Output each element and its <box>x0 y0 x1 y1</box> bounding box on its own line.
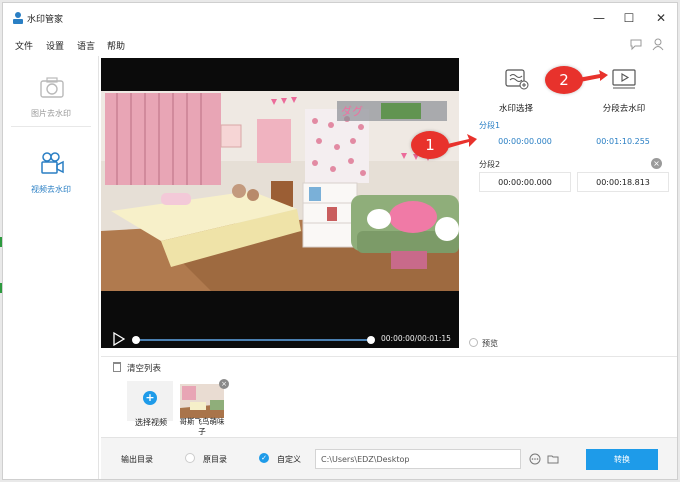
video-item-name: 哥斯飞鸟萌味子 <box>179 417 225 436</box>
menu-help[interactable]: 帮助 <box>107 39 125 52</box>
watermark-select-icon <box>505 69 529 90</box>
radio-custom-dir[interactable]: ✓ <box>259 453 269 463</box>
output-path-input[interactable] <box>315 449 521 469</box>
add-video-button[interactable]: + <box>127 381 173 421</box>
menu-file[interactable]: 文件 <box>15 39 33 52</box>
clear-list-label: 清空列表 <box>127 364 162 374</box>
sidebar-item-label: 图片去水印 <box>31 109 71 118</box>
folder-icon[interactable] <box>547 453 559 465</box>
menu-bar: 文件 设置 语言 帮助 <box>3 33 677 55</box>
time-readout: 00:00:00/00:01:15 <box>381 334 451 343</box>
segment-1-label: 分段1 <box>479 121 501 130</box>
segment-1-end-field[interactable]: 00:01:10.255 <box>577 132 669 152</box>
play-icon[interactable] <box>113 332 125 346</box>
menu-language[interactable]: 语言 <box>77 39 95 52</box>
window-title: 水印管家 <box>27 15 64 25</box>
output-dir-label: 输出目录 <box>121 455 153 464</box>
segment-2-start-field[interactable]: 00:00:00.000 <box>479 172 571 192</box>
annotation-arrow-1 <box>443 134 477 149</box>
close-button[interactable]: ✕ <box>648 7 674 29</box>
sidebar-divider <box>11 126 91 127</box>
plus-icon: + <box>143 391 157 405</box>
progress-track[interactable] <box>134 339 370 341</box>
video-camera-icon <box>41 152 64 174</box>
original-dir-label: 原目录 <box>203 455 227 464</box>
segment-2-delete-button[interactable]: × <box>651 158 662 169</box>
app-window: 水印管家 — ☐ ✕ 文件 设置 语言 帮助 图片去水印 视频去水印 ダグ 00… <box>2 2 678 480</box>
sidebar-item-label: 视频去水印 <box>31 185 71 194</box>
title-bar: 水印管家 — ☐ ✕ <box>3 3 677 33</box>
tool-label: 水印选择 <box>498 104 533 114</box>
player-controls: 00:00:00/00:01:15 <box>101 328 459 350</box>
video-frame: ダグ <box>101 91 459 291</box>
chat-icon[interactable] <box>629 37 643 51</box>
preview-label: 预览 <box>482 339 498 348</box>
video-player[interactable]: ダグ 00:00:00/00:01:15 <box>101 58 459 348</box>
add-video-label: 选择视频 <box>135 418 167 427</box>
segment-2-label: 分段2 <box>479 160 501 169</box>
radio-original-dir[interactable] <box>185 453 195 463</box>
sidebar: 图片去水印 视频去水印 <box>3 56 99 479</box>
segment-play-icon <box>612 69 636 89</box>
convert-button[interactable]: 转换 <box>586 449 658 470</box>
progress-start-handle[interactable] <box>132 336 140 344</box>
sidebar-item-image-watermark[interactable]: 图片去水印 <box>3 68 99 138</box>
tool-label: 分段去水印 <box>602 104 646 114</box>
preview-checkbox[interactable]: 预览 <box>469 338 498 349</box>
right-panel: 水印选择 分段去水印 分段1 00:00:00.000 00:01:10.255… <box>463 58 677 356</box>
preview-radio[interactable] <box>469 338 478 347</box>
user-icon[interactable] <box>651 37 665 51</box>
segment-1-start-field[interactable]: 00:00:00.000 <box>479 132 571 152</box>
custom-dir-label: 自定义 <box>277 455 301 464</box>
minimize-button[interactable]: — <box>586 7 612 29</box>
maximize-button[interactable]: ☐ <box>616 7 642 29</box>
app-logo-icon <box>13 12 23 24</box>
annotation-arrow-2 <box>578 70 608 82</box>
output-bar: 输出目录 原目录 ✓ 自定义 转换 <box>101 437 677 479</box>
video-list: 清空列表 + 选择视频 × 哥斯飞鸟萌味子 <box>101 356 677 436</box>
remove-video-button[interactable]: × <box>219 379 229 389</box>
progress-end-handle[interactable] <box>367 336 375 344</box>
menu-settings[interactable]: 设置 <box>46 39 64 52</box>
segment-2-end-field[interactable]: 00:00:18.813 <box>577 172 669 192</box>
sidebar-item-video-watermark[interactable]: 视频去水印 <box>3 144 99 214</box>
clear-list-button[interactable]: 清空列表 <box>113 362 161 374</box>
video-thumbnail[interactable] <box>180 384 224 418</box>
svg-text:ダグ: ダグ <box>341 104 363 118</box>
camera-icon <box>40 77 64 98</box>
more-icon[interactable] <box>529 453 541 465</box>
trash-icon <box>113 362 121 372</box>
